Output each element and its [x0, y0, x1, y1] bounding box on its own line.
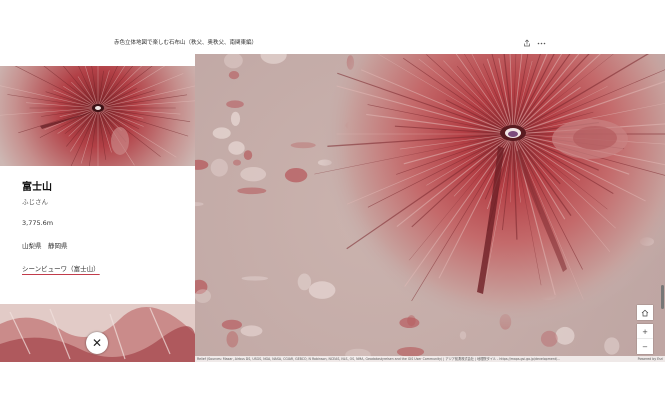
relief-map[interactable]: [195, 54, 665, 362]
relief-map-graphic: [195, 54, 665, 362]
peak-location: 山梨県 静岡県: [22, 242, 68, 250]
feature-image: [0, 66, 195, 166]
feature-panel: 富士山 ふじさん 3,775.6m 山梨県 静岡県 シーンビューワ（富士山）: [0, 54, 195, 304]
attribution-text: Relief (Sources: Maxar, Airbus DS, USGS,…: [197, 357, 561, 361]
peak-elevation: 3,775.6m: [22, 219, 54, 227]
app-title: 赤色立体地図で楽しむ石布山（秩父、奥秩父、南関東編）: [114, 40, 258, 46]
peak-reading: ふじさん: [22, 198, 48, 206]
scene-viewer-link[interactable]: シーンビューワ（富士山）: [22, 263, 100, 273]
home-button[interactable]: [637, 305, 653, 320]
home-icon: [641, 309, 649, 316]
zoom-out-button[interactable]: −: [637, 339, 653, 354]
share-button[interactable]: [521, 37, 533, 49]
powered-by-esri[interactable]: Powered by Esri: [638, 356, 663, 362]
page-scrollbar[interactable]: [661, 285, 664, 309]
more-icon: [537, 42, 545, 44]
close-icon: ✕: [91, 336, 103, 350]
zoom-in-button[interactable]: +: [637, 324, 653, 339]
share-icon: [524, 39, 530, 47]
map-attribution: Relief (Sources: Maxar, Airbus DS, USGS,…: [195, 356, 665, 362]
app-header: 赤色立体地図で楽しむ石布山（秩父、奥秩父、南関東編）: [0, 34, 665, 54]
close-button[interactable]: ✕: [86, 332, 108, 354]
peak-title: 富士山: [22, 182, 52, 193]
more-options-button[interactable]: [535, 37, 547, 49]
